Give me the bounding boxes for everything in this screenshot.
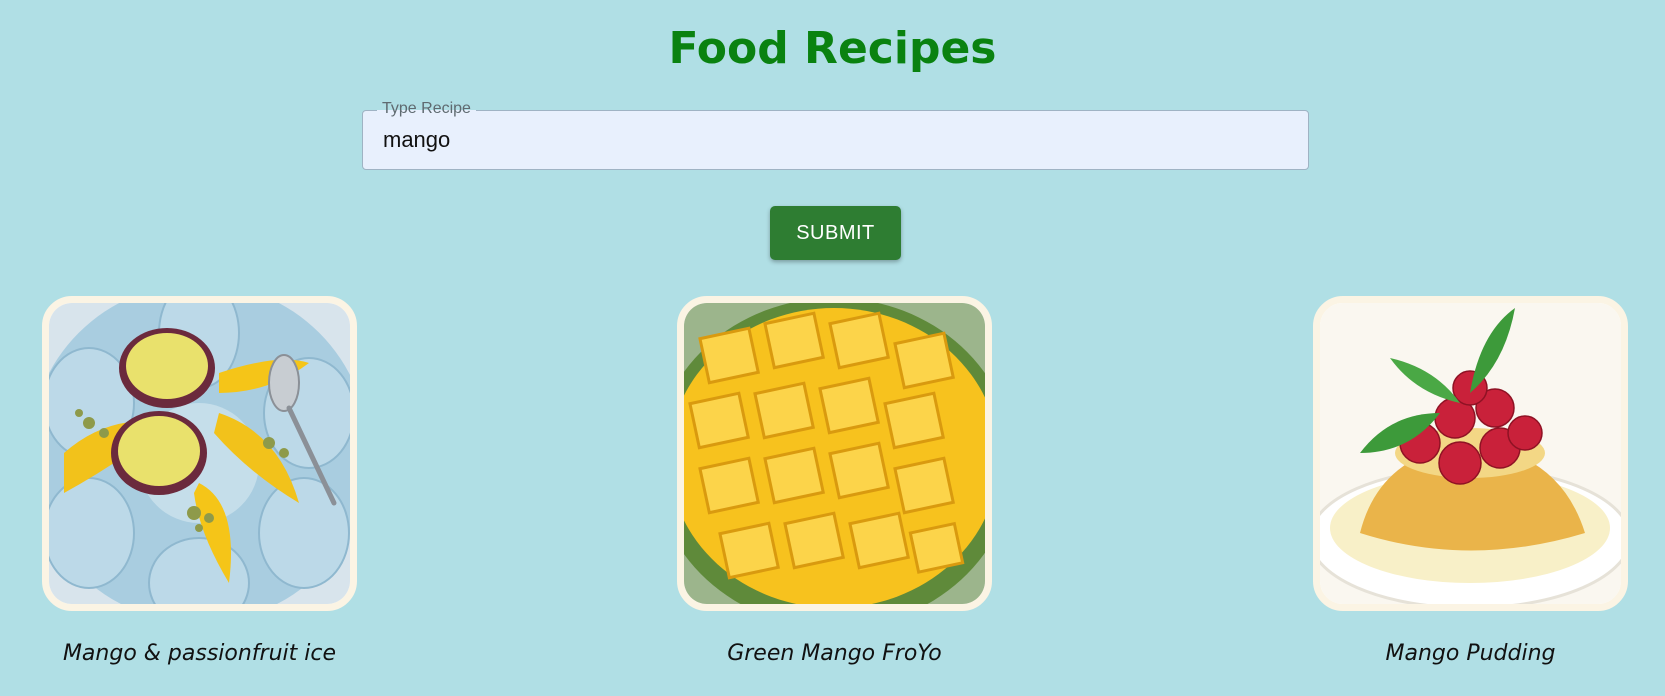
recipe-image[interactable] (677, 296, 992, 611)
recipe-image[interactable] (42, 296, 357, 611)
page-title: Food Recipes (668, 23, 997, 74)
cut-mango-photo (684, 303, 985, 604)
recipe-name[interactable]: Mango Pudding (1273, 640, 1665, 668)
recipe-card[interactable]: Green Mango FroYo (677, 296, 992, 666)
recipe-image[interactable] (1313, 296, 1628, 611)
submit-button[interactable]: SUBMIT (770, 206, 901, 260)
recipe-search-label: Type Recipe (377, 100, 476, 118)
recipe-search-input[interactable] (383, 125, 1283, 155)
mango-passionfruit-ice-photo (49, 303, 350, 604)
recipe-name[interactable]: Mango & passionfruit ice (2, 640, 397, 668)
recipe-name[interactable]: Green Mango FroYo (637, 640, 1032, 668)
recipe-card[interactable]: Mango & passionfruit ice (42, 296, 357, 666)
mango-pudding-photo (1320, 303, 1621, 604)
recipe-card[interactable]: Mango Pudding (1313, 296, 1628, 666)
recipe-search-field[interactable]: Type Recipe (362, 100, 1309, 170)
